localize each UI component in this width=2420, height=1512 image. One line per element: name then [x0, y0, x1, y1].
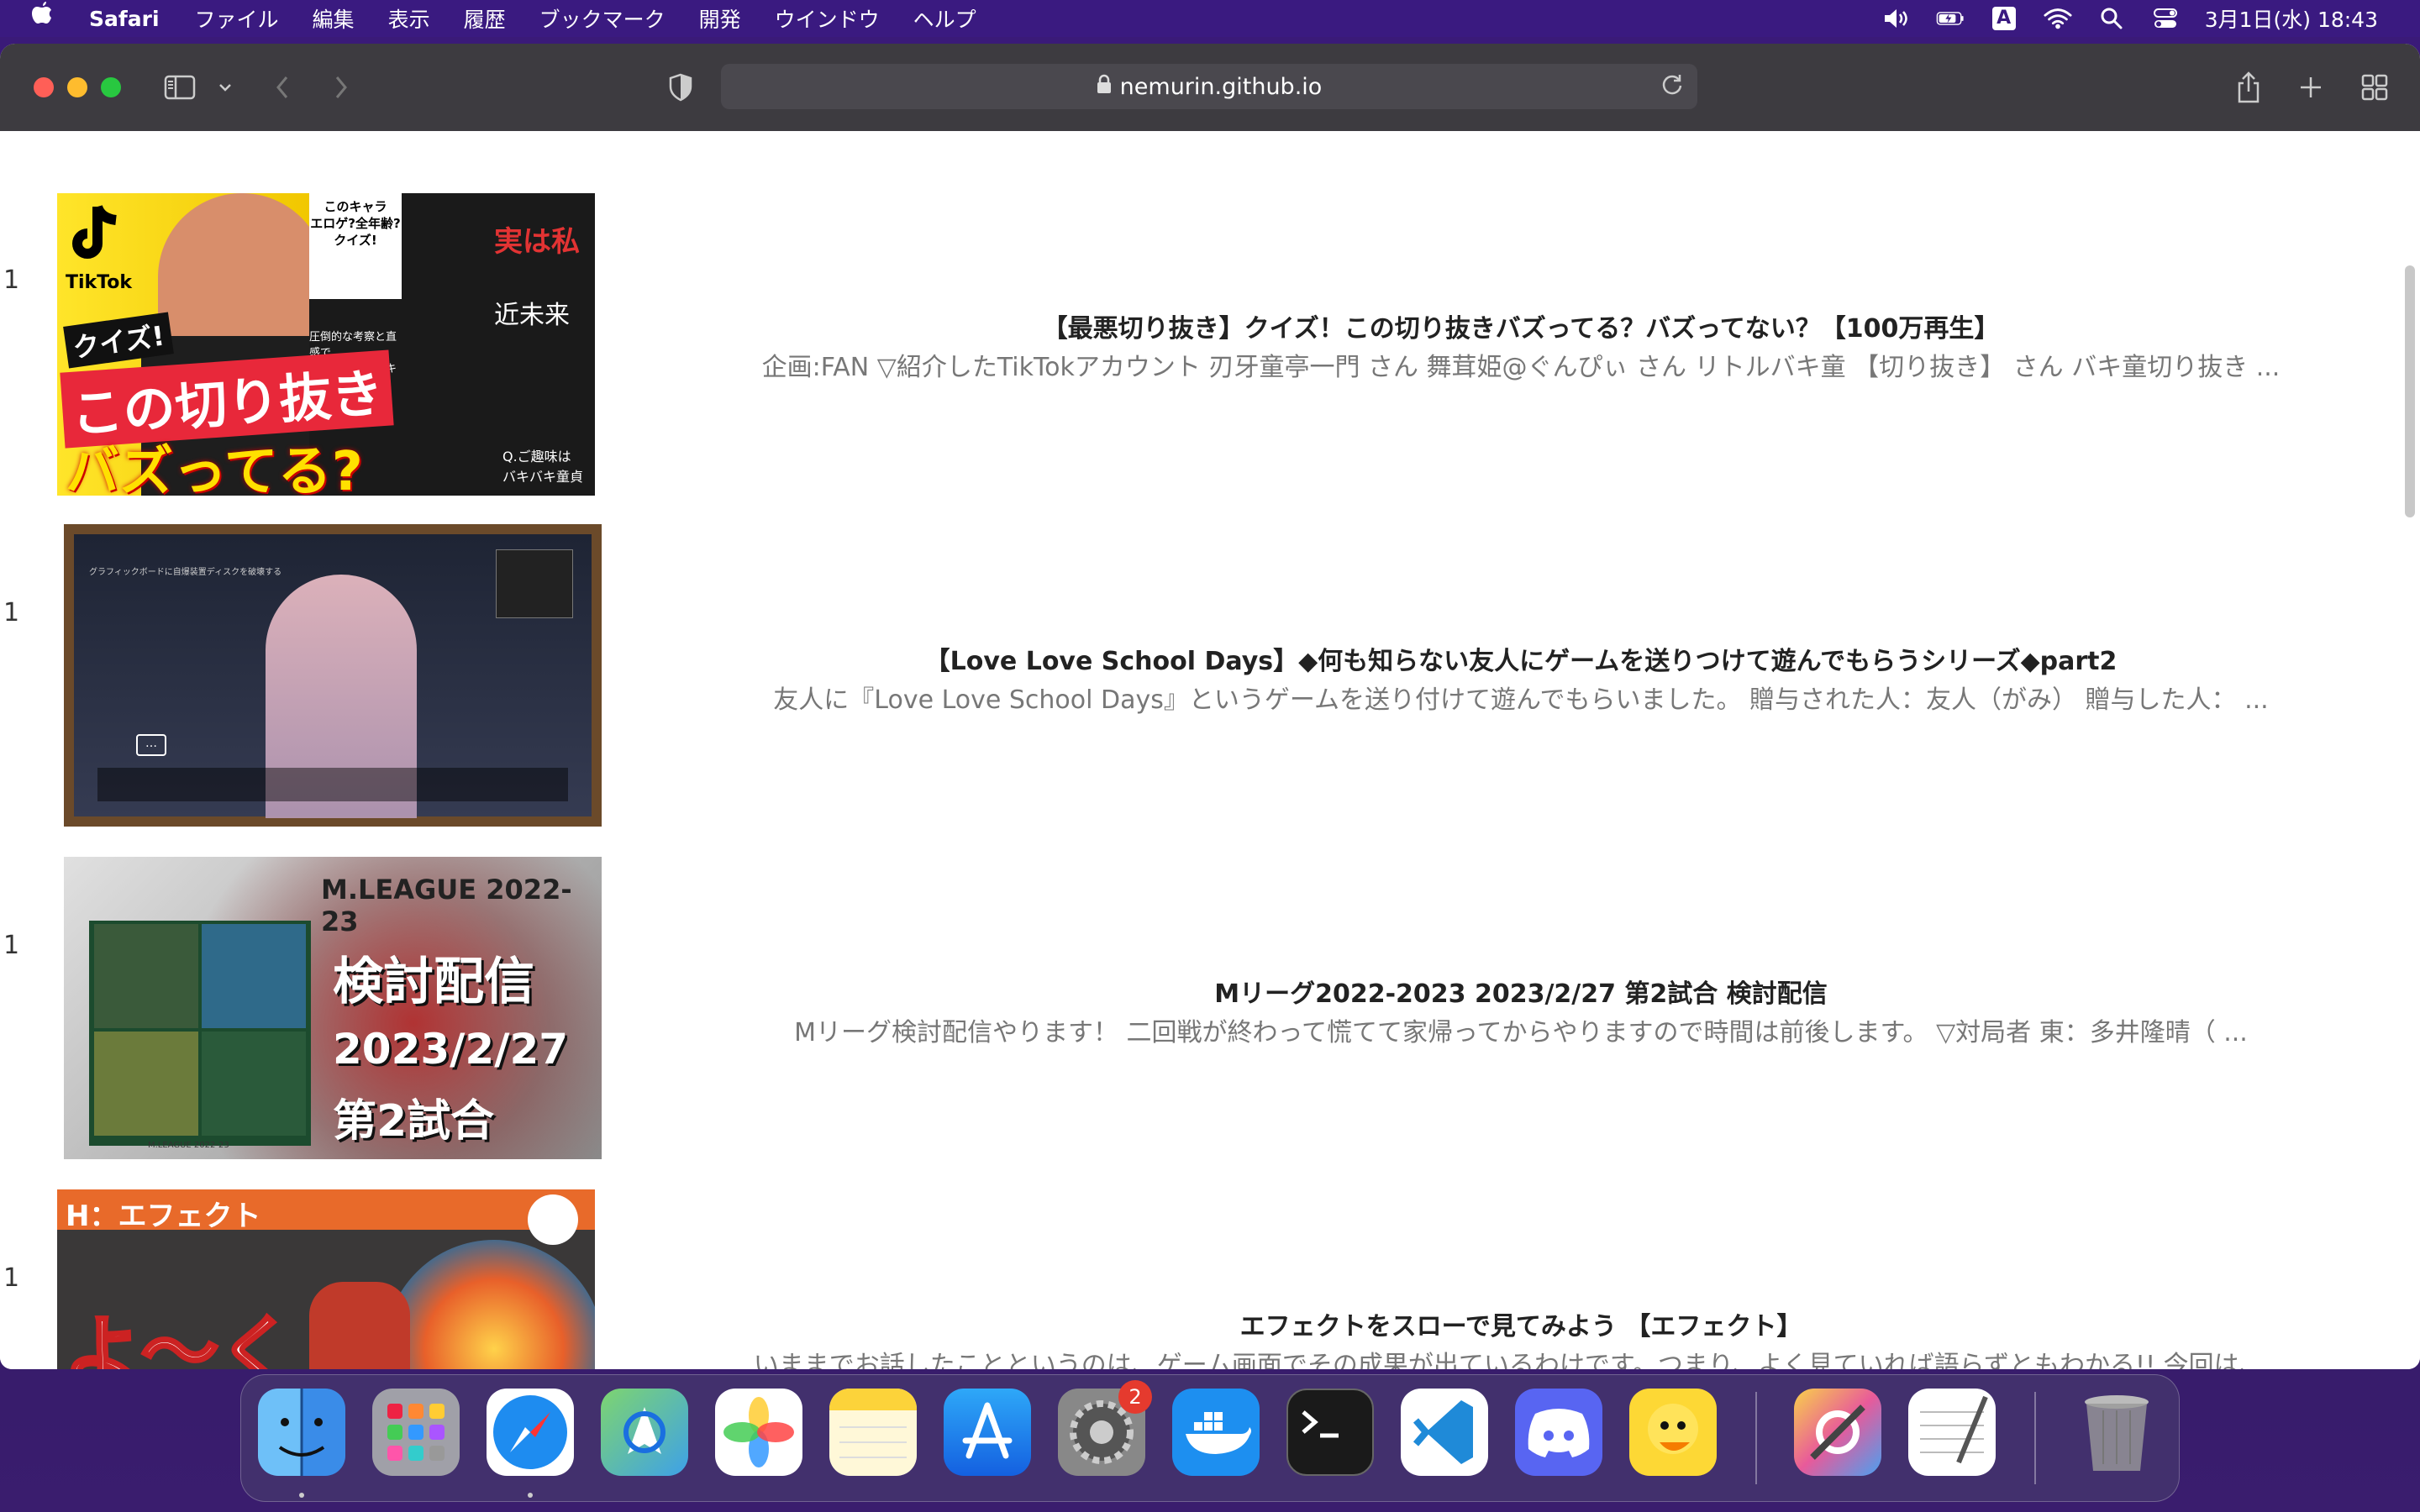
thumbnail-caption: 実は私	[494, 225, 580, 259]
close-window-button[interactable]	[34, 77, 54, 97]
menu-help[interactable]: ヘルプ	[913, 3, 976, 34]
minimize-window-button[interactable]	[67, 77, 87, 97]
tiktok-logo-icon: TikTok	[66, 202, 132, 294]
video-description: Mリーグ検討配信やります！ 二回戦が終わって慌てて家帰ってからやりますので時間は…	[794, 1018, 2248, 1047]
video-thumbnail[interactable]: M.LEAGUE 2022-23 検討配信 2023/2/27 第2試合 M.L…	[64, 857, 602, 1159]
thumbnail-caption: 検討配信	[333, 953, 534, 1011]
video-row[interactable]: 1 H：エフェクト よ〜く エフェクトをスローで見てみよう 【エフェクト】 いま…	[0, 1129, 2420, 1369]
colorsync-utility-icon[interactable]	[1794, 1389, 1881, 1476]
finder-icon[interactable]	[258, 1389, 345, 1476]
thumbnail-caption: …	[136, 734, 166, 756]
thumbnail-caption: M.LEAGUE 2022-23	[321, 874, 572, 937]
menubar-clock[interactable]: 3月1日(水) 18:43	[2205, 3, 2378, 34]
video-row[interactable]: 1 グラフィックボードに自爆装置ディスクを破壊する … 【Love Love S…	[0, 464, 2420, 827]
thumbnail-caption: よ〜く	[62, 1306, 297, 1369]
photos-icon[interactable]	[715, 1389, 802, 1476]
video-thumbnail[interactable]: このキャラ エロゲ?全年齢? クイズ! 実は私 近未来 圧倒的な考察と直感で 当…	[57, 193, 595, 496]
input-source-icon[interactable]: A	[1990, 6, 2018, 31]
textedit-icon[interactable]	[1908, 1389, 1996, 1476]
menu-file[interactable]: ファイル	[195, 3, 279, 34]
video-description: 企画:FAN ▽紹介したTikTokアカウント 刃牙童亭一門 さん 舞茸姫@ぐん…	[761, 353, 2281, 382]
cyberduck-icon[interactable]	[1629, 1389, 1717, 1476]
safari-icon[interactable]	[487, 1389, 574, 1476]
video-title[interactable]: 【最悪切り抜き】クイズ！この切り抜きバズってる？バズってない？【100万再生】	[689, 307, 2353, 344]
trash-icon[interactable]	[2073, 1389, 2160, 1476]
spotlight-search-icon[interactable]	[2097, 6, 2126, 31]
apple-menu-icon[interactable]	[30, 0, 64, 38]
thumbnail-caption: グラフィックボードに自爆装置ディスクを破壊する	[89, 568, 282, 577]
menu-window[interactable]: ウインドウ	[775, 3, 880, 34]
video-description: 友人に『Love Love School Days』というゲームを送り付けて遊ん…	[773, 685, 2269, 715]
tab-overview-icon[interactable]	[2358, 69, 2391, 106]
forward-icon[interactable]	[328, 69, 355, 106]
menu-bar: Safari ファイル 編集 表示 履歴 ブックマーク 開発 ウインドウ ヘルプ…	[0, 0, 2420, 37]
vscode-icon[interactable]	[1401, 1389, 1488, 1476]
terminal-icon[interactable]	[1286, 1389, 1374, 1476]
launchpad-icon[interactable]	[372, 1389, 460, 1476]
dock: 2	[240, 1374, 2180, 1502]
app-menu-safari[interactable]: Safari	[89, 7, 160, 31]
menu-develop[interactable]: 開発	[699, 3, 741, 34]
zoom-window-button[interactable]	[101, 77, 121, 97]
thumbnail-caption: 2023/2/27	[333, 1025, 569, 1074]
video-rank: 1	[3, 265, 20, 295]
thumbnail-caption: このキャラ エロゲ?全年齢? クイズ!	[309, 193, 402, 299]
page-content: 1 このキャラ エロゲ?全年齢? クイズ! 実は私 近未来 圧倒的な考察と直感で…	[0, 131, 2420, 1369]
maps-icon[interactable]	[601, 1389, 688, 1476]
video-rank: 1	[3, 598, 20, 627]
reload-icon[interactable]	[1660, 72, 1684, 102]
docker-icon[interactable]	[1172, 1389, 1260, 1476]
safari-window: nemurin.github.io 1 このキャラ エロゲ?全年齢? クイズ!	[0, 44, 2420, 1369]
dock-separator	[1755, 1392, 1757, 1484]
video-rank: 1	[3, 1263, 20, 1293]
video-title[interactable]: エフェクトをスローで見てみよう 【エフェクト】	[689, 1305, 2353, 1342]
vertical-scrollbar[interactable]	[2405, 265, 2415, 517]
video-description: いままでお話したことというのは、ゲーム画面でその成果が出ているわけです。つまり、…	[753, 1351, 2289, 1369]
menu-bookmarks[interactable]: ブックマーク	[539, 3, 666, 34]
video-row[interactable]: 1 このキャラ エロゲ?全年齢? クイズ! 実は私 近未来 圧倒的な考察と直感で…	[0, 131, 2420, 496]
chevron-down-icon[interactable]	[215, 69, 235, 106]
control-center-icon[interactable]	[2151, 6, 2180, 31]
lock-icon	[1097, 74, 1112, 100]
running-indicator	[299, 1493, 304, 1498]
thumbnail-caption: 近未来	[494, 301, 570, 330]
address-bar[interactable]: nemurin.github.io	[721, 64, 1697, 109]
video-thumbnail[interactable]: グラフィックボードに自爆装置ディスクを破壊する …	[64, 524, 602, 827]
volume-icon[interactable]	[1882, 6, 1911, 31]
back-icon[interactable]	[269, 69, 296, 106]
notes-icon[interactable]	[829, 1389, 917, 1476]
menu-history[interactable]: 履歴	[464, 3, 506, 34]
wifi-icon[interactable]	[2044, 6, 2072, 31]
input-source-label: A	[1991, 7, 2016, 30]
browser-toolbar: nemurin.github.io	[0, 44, 2420, 132]
running-indicator	[528, 1493, 533, 1498]
app-store-icon[interactable]	[944, 1389, 1031, 1476]
discord-icon[interactable]	[1515, 1389, 1602, 1476]
menu-view[interactable]: 表示	[388, 3, 430, 34]
menu-edit[interactable]: 編集	[313, 3, 355, 34]
notification-badge: 2	[1118, 1380, 1152, 1414]
video-rank: 1	[3, 931, 20, 960]
share-icon[interactable]	[2232, 69, 2265, 106]
new-tab-icon[interactable]	[2294, 69, 2328, 106]
thumbnail-caption: H：エフェクト	[66, 1200, 261, 1233]
video-row[interactable]: 1 M.LEAGUE 2022-23 検討配信 2023/2/27 第2試合 M…	[0, 796, 2420, 1159]
video-title[interactable]: 【Love Love School Days】◆何も知らない友人にゲームを送りつ…	[689, 640, 2353, 677]
video-title[interactable]: Mリーグ2022-2023 2023/2/27 第2試合 検討配信	[689, 973, 2353, 1010]
sidebar-toggle-icon[interactable]	[161, 69, 198, 106]
video-thumbnail[interactable]: H：エフェクト よ〜く	[57, 1189, 595, 1369]
battery-icon[interactable]	[1936, 6, 1965, 31]
privacy-shield-icon[interactable]	[664, 69, 697, 106]
dock-separator	[2034, 1392, 2036, 1484]
url-text: nemurin.github.io	[1119, 73, 1323, 100]
